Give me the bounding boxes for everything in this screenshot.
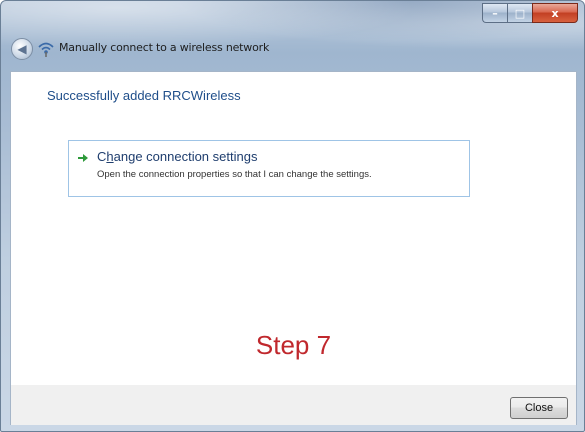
window-title: Manually connect to a wireless network [59, 41, 270, 54]
wireless-network-icon [38, 42, 54, 57]
maximize-button[interactable]: □ [507, 3, 532, 23]
link-description: Open the connection properties so that I… [97, 169, 372, 180]
step-label: Step 7 [255, 330, 332, 360]
green-arrow-icon [78, 154, 88, 162]
link-title-accelerator: h [106, 149, 114, 164]
dialog-footer: Close [10, 385, 577, 425]
page-heading: Successfully added RRCWireless [47, 88, 241, 103]
minimize-button[interactable]: – [482, 3, 507, 23]
back-button[interactable]: ◀ [11, 38, 33, 60]
link-title-end: ange connection settings [113, 149, 258, 164]
link-title-start: C [97, 149, 107, 164]
close-window-button[interactable]: x [532, 3, 578, 23]
caption-buttons: – □ x [482, 3, 578, 23]
content-area: Successfully added RRCWireless Change co… [10, 71, 577, 386]
link-title: Change connection settings [97, 149, 257, 164]
dialog-window: – □ x ◀ Manually connect to a wireless n… [0, 0, 585, 432]
back-arrow-icon: ◀ [17, 42, 27, 56]
close-button[interactable]: Close [510, 397, 568, 419]
change-connection-settings-link[interactable]: Change connection settings Open the conn… [68, 140, 470, 197]
